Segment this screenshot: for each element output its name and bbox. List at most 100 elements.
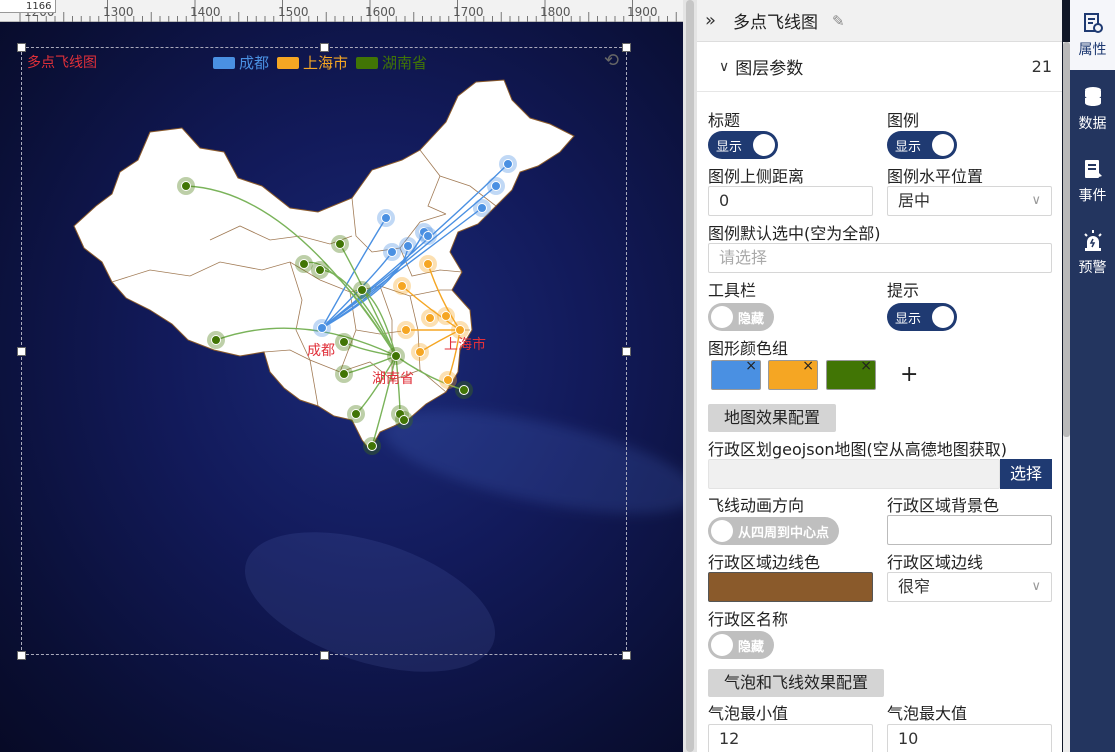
region-border-color-input[interactable]: [708, 572, 873, 602]
chevron-down-icon[interactable]: ∨: [719, 59, 729, 75]
resize-handle[interactable]: [622, 43, 631, 52]
chart-legend[interactable]: 成都 上海市 湖南省: [213, 52, 427, 73]
legend-item-chengdu[interactable]: 成都: [213, 52, 269, 73]
title-toggle[interactable]: 显示: [708, 131, 778, 159]
color-chip-orange[interactable]: ×: [768, 360, 818, 390]
layer-params-section[interactable]: ∨ 图层参数 21: [697, 42, 1062, 92]
event-icon: [1081, 157, 1105, 181]
tab-label: 事件: [1079, 185, 1107, 205]
legend-swatch: [213, 57, 235, 69]
legend-top-label: 图例上侧距离: [708, 163, 804, 187]
bubble-effect-group-button[interactable]: 气泡和飞线效果配置: [708, 669, 884, 697]
legend-h-label: 图例水平位置: [887, 163, 983, 187]
legend-top-input[interactable]: 0: [708, 186, 873, 216]
region-line-select[interactable]: 很窄 ∨: [887, 572, 1052, 602]
legend-swatch: [356, 57, 378, 69]
resize-handle[interactable]: [17, 347, 26, 356]
legend-h-select[interactable]: 居中∨: [887, 186, 1052, 216]
region-name-toggle[interactable]: 隐藏: [708, 631, 774, 659]
legend-toggle[interactable]: 显示: [887, 131, 957, 159]
property-panel: » 多点飞线图 ✎ ∨ 图层参数 21 标题 显示 图例 显示 图例上侧距离 0…: [697, 0, 1062, 752]
chevron-down-icon: ∨: [1031, 573, 1041, 601]
database-icon: [1081, 85, 1105, 109]
tab-alarm[interactable]: 预警: [1070, 218, 1115, 288]
fly-direction-toggle[interactable]: 从四周到中心点: [708, 517, 839, 545]
panel-header: » 多点飞线图 ✎: [697, 0, 1062, 42]
select-value: 居中: [898, 191, 930, 210]
resize-handle[interactable]: [320, 43, 329, 52]
tab-label: 数据: [1079, 113, 1107, 133]
toggle-text: 显示: [887, 308, 921, 327]
resize-handle[interactable]: [17, 43, 26, 52]
toggle-knob: [932, 134, 954, 156]
region-bg-label: 行政区域背景色: [887, 492, 999, 516]
toggle-knob: [711, 306, 733, 328]
region-bg-color-input[interactable]: [887, 515, 1052, 545]
region-name-label: 行政区名称: [708, 606, 788, 630]
geojson-input[interactable]: [708, 459, 1000, 489]
map-effect-group-button[interactable]: 地图效果配置: [708, 404, 836, 432]
tab-label: 属性: [1079, 39, 1107, 59]
collapse-panel-icon[interactable]: »: [705, 10, 733, 31]
bubble-max-label: 气泡最大值: [887, 700, 967, 724]
title-label: 标题: [708, 107, 740, 131]
toggle-text: 显示: [708, 136, 742, 155]
section-count: 21: [1032, 57, 1052, 76]
legend-default-select[interactable]: 请选择: [708, 243, 1052, 273]
toggle-text: 显示: [887, 136, 921, 155]
geojson-label: 行政区划geojson地图(空从高德地图获取): [708, 436, 1007, 460]
legend-swatch: [277, 57, 299, 69]
add-color-icon[interactable]: +: [900, 362, 918, 387]
city-label-hunan: 湖南省: [372, 368, 414, 388]
scrollbar-thumb[interactable]: [1063, 42, 1070, 437]
city-label-chengdu: 成都: [307, 340, 335, 360]
legend-item-hunan[interactable]: 湖南省: [356, 52, 427, 73]
color-chip-blue[interactable]: ×: [711, 360, 761, 390]
section-title: 图层参数: [735, 54, 1031, 79]
select-value: 很窄: [898, 577, 930, 596]
properties-icon: [1081, 11, 1105, 35]
resize-handle[interactable]: [622, 347, 631, 356]
design-canvas[interactable]: 1200 1300 1400 1500 1600 1700 1800 1900 …: [0, 0, 683, 752]
scrollbar-thumb[interactable]: [686, 0, 694, 752]
toolbar-label: 工具栏: [708, 277, 756, 301]
tooltip-toggle[interactable]: 显示: [887, 303, 957, 331]
toolbar-toggle[interactable]: 隐藏: [708, 303, 774, 331]
panel-body: 标题 显示 图例 显示 图例上侧距离 0 图例水平位置 居中∨ 图例默认选中(空…: [697, 92, 1062, 752]
toggle-knob: [753, 134, 775, 156]
remove-color-icon[interactable]: ×: [860, 358, 872, 374]
component-name: 多点飞线图: [733, 8, 818, 33]
remove-color-icon[interactable]: ×: [802, 358, 814, 374]
tooltip-label: 提示: [887, 277, 919, 301]
chart-title: 多点飞线图: [27, 52, 97, 72]
resize-handle[interactable]: [320, 651, 329, 660]
tab-data[interactable]: 数据: [1070, 74, 1115, 144]
tab-properties[interactable]: 属性: [1070, 0, 1115, 70]
remove-color-icon[interactable]: ×: [745, 358, 757, 374]
choose-geojson-button[interactable]: 选择: [1000, 459, 1052, 489]
region-border-color-label: 行政区域边线色: [708, 549, 820, 573]
legend-label: 图例: [887, 107, 919, 131]
resize-handle[interactable]: [622, 651, 631, 660]
bubble-min-label: 气泡最小值: [708, 700, 788, 724]
edit-name-icon[interactable]: ✎: [832, 12, 845, 30]
city-label-shanghai: 上海市: [444, 334, 486, 354]
region-line-label: 行政区域边线: [887, 549, 983, 573]
undo-icon[interactable]: ⟲: [604, 50, 619, 71]
color-chip-green[interactable]: ×: [826, 360, 876, 390]
canvas-scrollbar[interactable]: [683, 0, 697, 752]
colors-label: 图形颜色组: [708, 335, 788, 359]
toggle-knob: [711, 520, 733, 542]
legend-item-shanghai[interactable]: 上海市: [277, 52, 348, 73]
fly-direction-label: 飞线动画方向: [708, 492, 804, 516]
tab-events[interactable]: 事件: [1070, 146, 1115, 216]
legend-label: 成都: [239, 52, 269, 73]
legend-default-label: 图例默认选中(空为全部): [708, 220, 881, 244]
toggle-knob: [932, 306, 954, 328]
resize-handle[interactable]: [17, 651, 26, 660]
panel-scrollbar[interactable]: [1063, 42, 1070, 752]
bubble-min-input[interactable]: 12: [708, 724, 873, 752]
legend-label: 上海市: [303, 52, 348, 73]
bubble-max-input[interactable]: 10: [887, 724, 1052, 752]
alarm-icon: [1081, 229, 1105, 253]
